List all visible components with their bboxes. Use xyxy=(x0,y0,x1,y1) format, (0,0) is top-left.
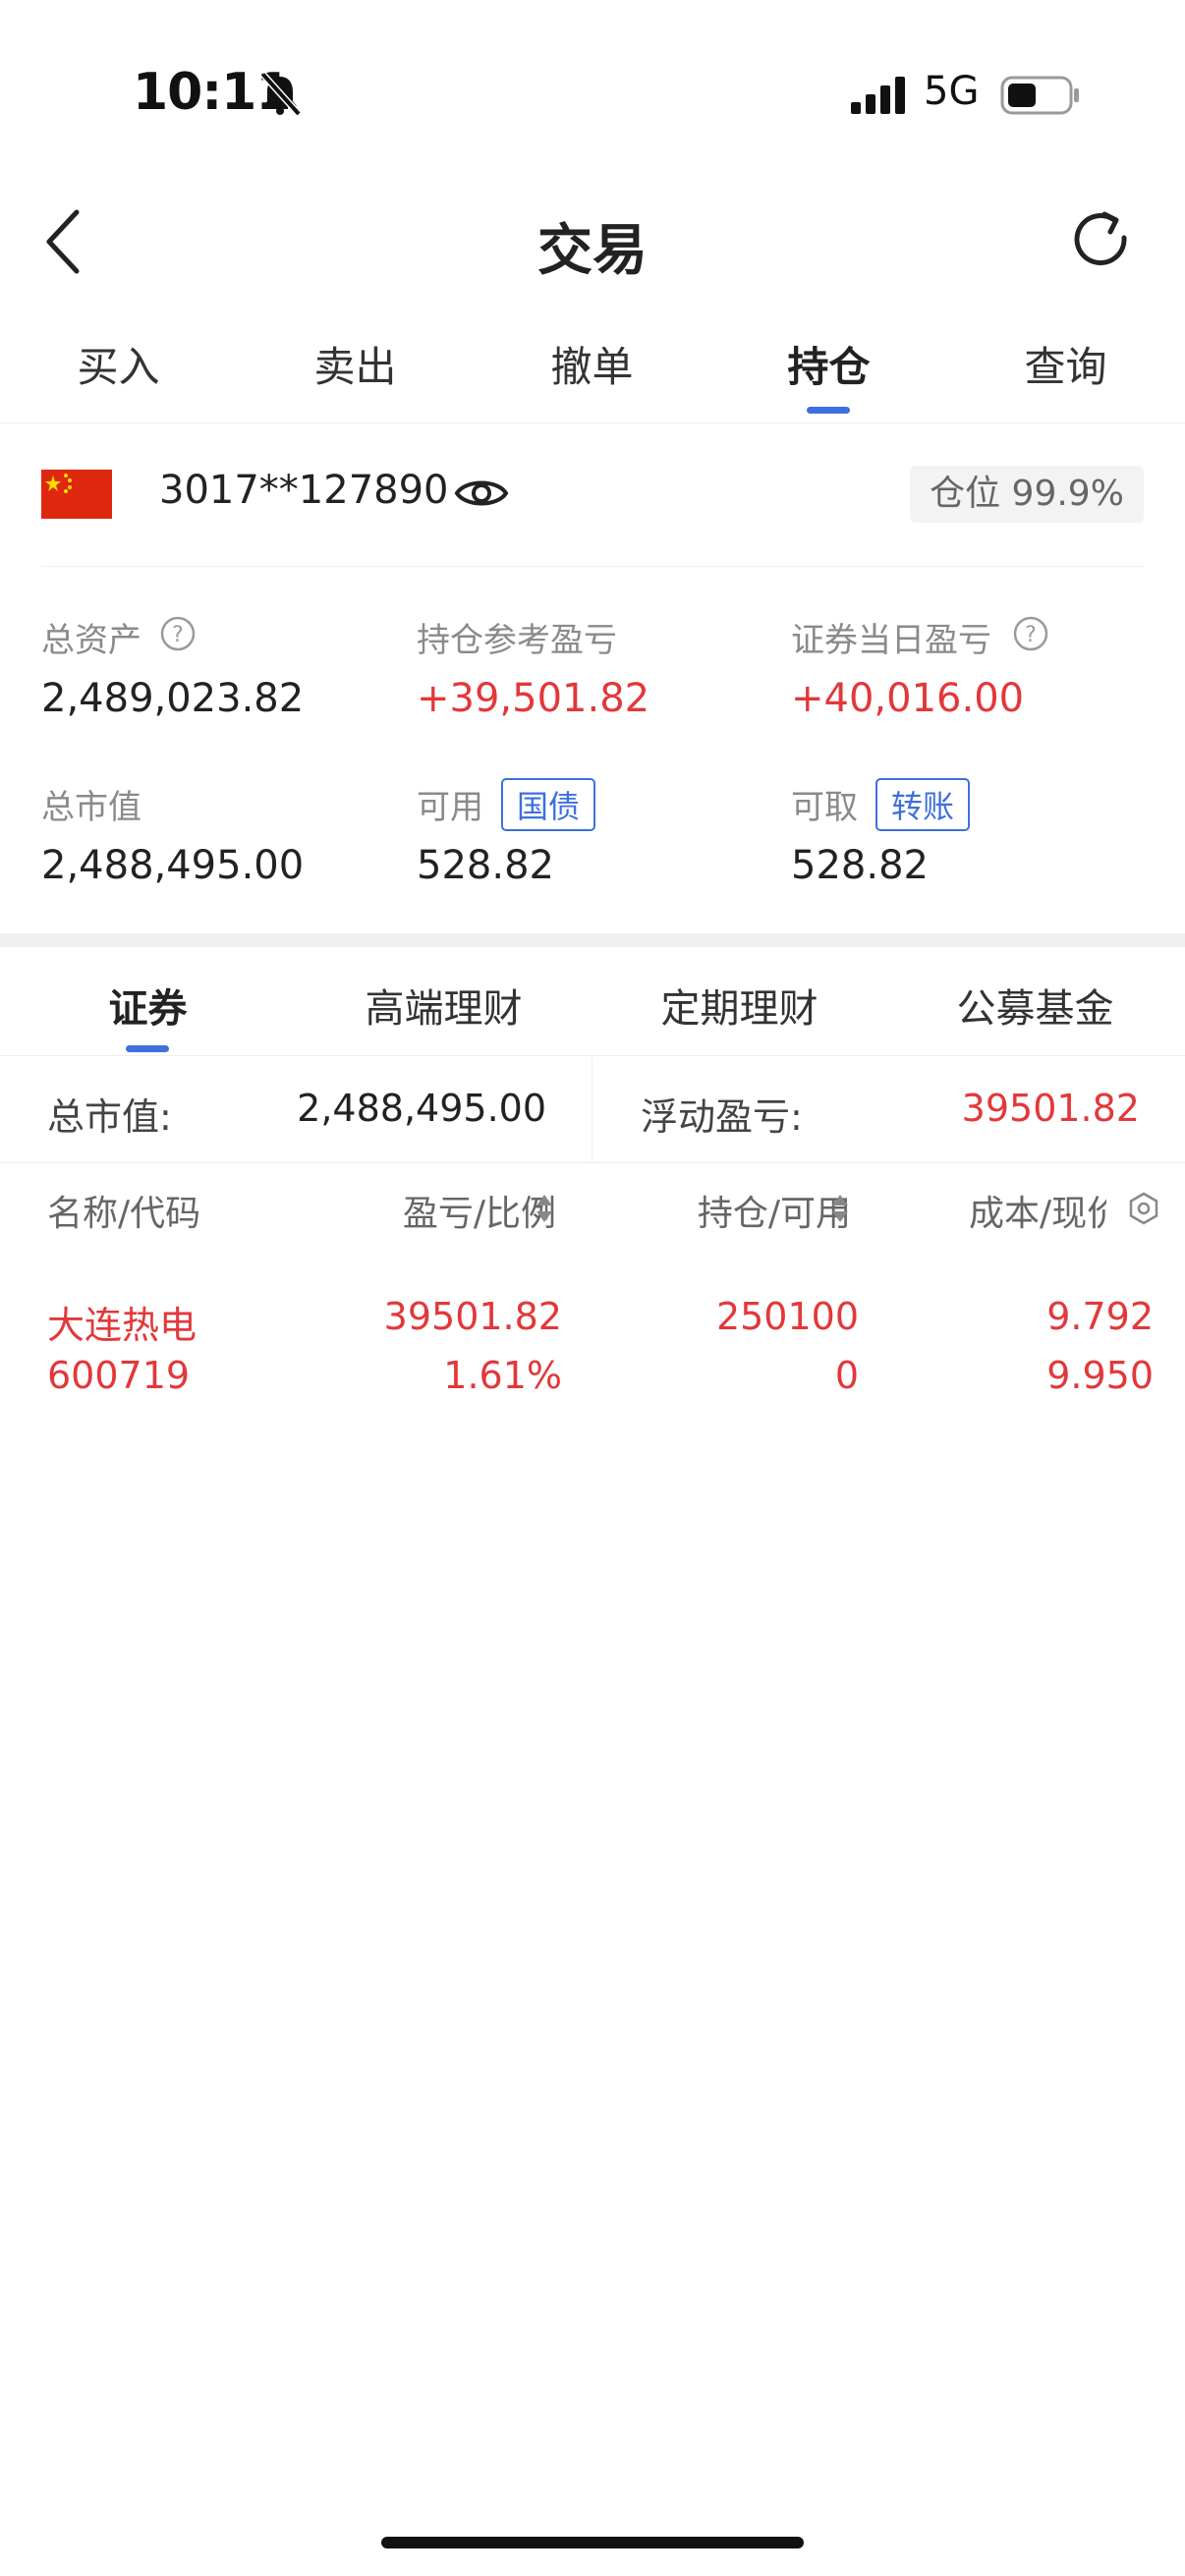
market-value-value: 2,488,495.00 xyxy=(41,843,305,888)
svg-text:?: ? xyxy=(1025,623,1037,647)
tab-query[interactable]: 查询 xyxy=(947,334,1184,394)
header-position-available[interactable]: 持仓/可用 xyxy=(698,1185,851,1236)
available-label: 可用 xyxy=(417,788,483,827)
subtab-securities[interactable]: 证券 xyxy=(0,977,296,1034)
divider xyxy=(41,566,1144,567)
stock-cost: 9.792 xyxy=(1046,1295,1154,1338)
stock-price: 9.950 xyxy=(1046,1354,1154,1397)
settings-hexagon-icon[interactable] xyxy=(1126,1191,1161,1226)
position-pnl-label: 持仓参考盈亏 xyxy=(417,621,617,660)
signal-icon xyxy=(851,77,905,114)
position-pnl-value: +39,501.82 xyxy=(417,676,650,721)
tab-sell[interactable]: 卖出 xyxy=(237,334,474,394)
stock-position: 250100 xyxy=(715,1295,859,1338)
sort-icon[interactable] xyxy=(535,1193,554,1224)
divider xyxy=(0,1162,1185,1163)
transfer-button[interactable]: 转账 xyxy=(875,778,971,831)
subtab-active-indicator xyxy=(126,1045,169,1052)
subtab-public-funds[interactable]: 公募基金 xyxy=(887,977,1183,1034)
tab-cancel-order[interactable]: 撤单 xyxy=(474,334,710,394)
network-label: 5G xyxy=(924,69,980,114)
tab-active-indicator xyxy=(807,407,850,414)
page-title: 交易 xyxy=(537,219,648,283)
summary-market-value-label: 总市值: xyxy=(47,1095,172,1139)
summary-market-value: 2,488,495.00 xyxy=(297,1087,546,1130)
section-separator xyxy=(0,933,1185,947)
stock-pnl-ratio: 1.61% xyxy=(443,1354,562,1397)
help-icon[interactable]: ? xyxy=(159,615,197,652)
account-number: 3017**127890 xyxy=(159,468,449,513)
divider xyxy=(0,422,1185,423)
summary-floating-pnl: 39501.82 xyxy=(961,1087,1140,1130)
svg-text:?: ? xyxy=(172,623,184,647)
total-assets-value: 2,489,023.82 xyxy=(41,676,305,721)
today-pnl-value: +40,016.00 xyxy=(791,676,1025,721)
summary-floating-pnl-label: 浮动盈亏: xyxy=(641,1095,803,1139)
bell-muted-icon xyxy=(260,72,302,117)
home-indicator[interactable] xyxy=(381,2537,804,2548)
stock-pnl: 39501.82 xyxy=(383,1295,562,1338)
subtab-fixed-term[interactable]: 定期理财 xyxy=(592,977,887,1034)
market-value-label: 总市值 xyxy=(41,788,141,827)
stock-name: 大连热电 xyxy=(47,1304,198,1347)
withdrawable-label: 可取 xyxy=(791,788,858,827)
refresh-icon[interactable] xyxy=(1071,208,1134,271)
eye-icon[interactable] xyxy=(454,474,509,513)
today-pnl-label: 证券当日盈亏 xyxy=(791,621,991,660)
tab-holdings[interactable]: 持仓 xyxy=(710,334,947,394)
subtab-premium-wealth[interactable]: 高端理财 xyxy=(296,977,592,1034)
position-ratio-badge: 仓位 99.9% xyxy=(910,466,1144,523)
total-assets-label: 总资产 xyxy=(41,621,141,660)
divider xyxy=(0,1055,1185,1056)
header-cost-price: 成本/现价 xyxy=(969,1194,1106,1234)
available-value: 528.82 xyxy=(417,843,554,888)
battery-icon xyxy=(1000,76,1079,115)
stock-code: 600719 xyxy=(47,1354,191,1397)
help-icon[interactable]: ? xyxy=(1012,615,1049,652)
header-pnl-ratio[interactable]: 盈亏/比例 xyxy=(403,1185,556,1236)
withdrawable-value: 528.82 xyxy=(791,843,929,888)
stock-available: 0 xyxy=(834,1354,859,1397)
table-row[interactable]: 大连热电 600719 39501.82 1.61% 250100 0 9.79… xyxy=(0,1277,1185,1415)
treasury-bond-button[interactable]: 国债 xyxy=(501,778,596,831)
tab-buy[interactable]: 买入 xyxy=(0,334,237,394)
sort-icon[interactable] xyxy=(830,1193,850,1224)
header-name-code: 名称/代码 xyxy=(47,1194,201,1234)
china-flag-icon xyxy=(41,470,112,519)
